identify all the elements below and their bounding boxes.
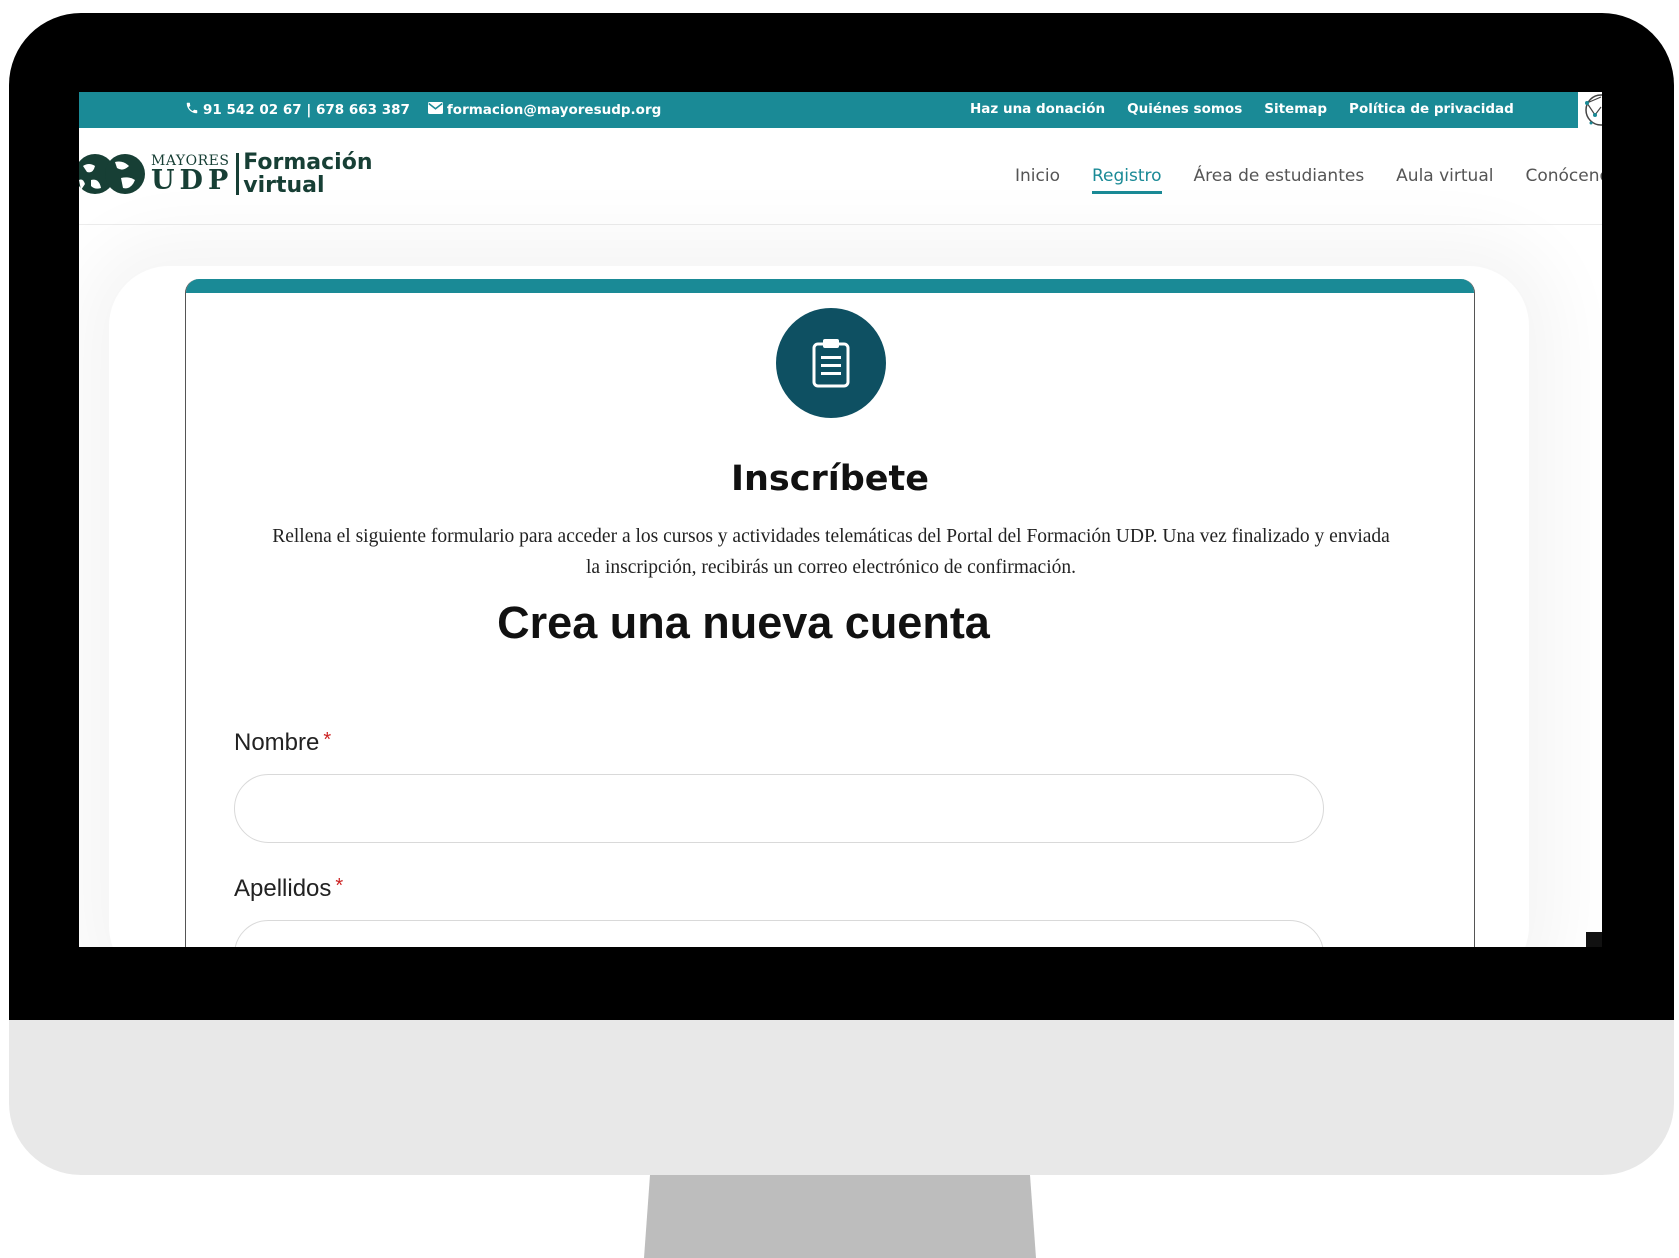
logo-big: UDP bbox=[151, 165, 234, 196]
form-heading: Crea una nueva cuenta bbox=[497, 597, 990, 648]
nav-item-aula-virtual[interactable]: Aula virtual bbox=[1396, 166, 1493, 186]
phone-contact[interactable]: 91 542 02 67 | 678 663 387 bbox=[185, 101, 410, 119]
card-title: Inscríbete bbox=[730, 459, 930, 499]
accessibility-widget[interactable] bbox=[1578, 92, 1602, 128]
logo-divider bbox=[236, 153, 240, 195]
clipboard-icon bbox=[812, 339, 850, 388]
site-header: MAYORES UDP Formación virtual Inicio Reg… bbox=[79, 128, 1602, 225]
clipboard-icon-badge bbox=[776, 308, 886, 418]
nombre-input[interactable] bbox=[234, 774, 1324, 843]
main-nav: Inicio Registro Área de estudiantes Aula… bbox=[1015, 166, 1602, 194]
scroll-corner bbox=[1586, 932, 1602, 947]
link-privacy[interactable]: Política de privacidad bbox=[1349, 101, 1514, 117]
phone-icon bbox=[185, 101, 199, 119]
logo-line1: Formación bbox=[243, 149, 373, 175]
apellidos-label: Apellidos * bbox=[234, 875, 343, 903]
nav-item-inicio[interactable]: Inicio bbox=[1015, 166, 1060, 186]
logo-line2: virtual bbox=[243, 172, 325, 198]
top-links: Haz una donación Quiénes somos Sitemap P… bbox=[970, 101, 1514, 117]
required-marker: * bbox=[335, 875, 344, 897]
phone-number: 91 542 02 67 | 678 663 387 bbox=[203, 102, 410, 118]
card-description: Rellena el siguiente formulario para acc… bbox=[272, 526, 1390, 578]
site-logo[interactable]: MAYORES UDP Formación virtual bbox=[79, 150, 373, 198]
required-marker: * bbox=[323, 729, 332, 751]
nombre-label: Nombre * bbox=[234, 729, 331, 757]
main-content: Inscríbete Rellena el siguiente formular… bbox=[79, 226, 1602, 947]
apellidos-label-text: Apellidos bbox=[234, 875, 332, 902]
monitor-stand bbox=[644, 1175, 1036, 1258]
nav-item-registro[interactable]: Registro bbox=[1091, 166, 1162, 194]
card-accent-bar bbox=[186, 279, 1474, 293]
link-donation[interactable]: Haz una donación bbox=[970, 101, 1105, 117]
email-address: formacion@mayoresudp.org bbox=[446, 102, 662, 118]
logo-udp-text: MAYORES UDP bbox=[151, 154, 233, 194]
registration-card: Inscríbete Rellena el siguiente formular… bbox=[185, 279, 1475, 947]
link-sitemap[interactable]: Sitemap bbox=[1264, 101, 1327, 117]
nav-item-area-estudiantes[interactable]: Área de estudiantes bbox=[1194, 166, 1365, 186]
contact-info: 91 542 02 67 | 678 663 387 formacion@may… bbox=[185, 101, 661, 119]
monitor-chin bbox=[9, 1020, 1674, 1175]
globes-icon bbox=[79, 150, 147, 198]
mail-icon bbox=[427, 102, 443, 118]
apellidos-input[interactable] bbox=[234, 920, 1324, 947]
nav-item-conocenos[interactable]: Conócenos bbox=[1525, 166, 1602, 186]
link-about[interactable]: Quiénes somos bbox=[1127, 101, 1242, 117]
logo-formacion-text: Formación virtual bbox=[243, 149, 373, 198]
browser-screen: 91 542 02 67 | 678 663 387 formacion@may… bbox=[79, 92, 1602, 947]
top-bar: 91 542 02 67 | 678 663 387 formacion@may… bbox=[79, 92, 1602, 128]
nombre-label-text: Nombre bbox=[234, 729, 320, 756]
network-globe-icon bbox=[1585, 94, 1602, 126]
email-contact[interactable]: formacion@mayoresudp.org bbox=[427, 102, 662, 118]
